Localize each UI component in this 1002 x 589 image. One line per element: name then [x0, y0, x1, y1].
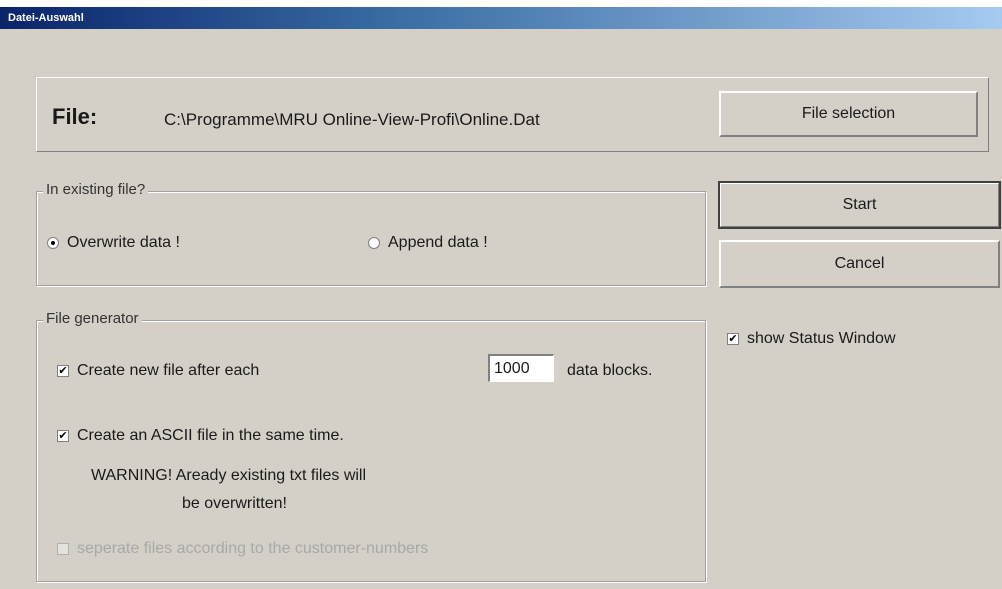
new-file-checkbox[interactable]: ✔ Create new file after each — [57, 362, 259, 380]
new-file-label: Create new file after each — [77, 362, 260, 379]
append-radio-dot[interactable] — [368, 237, 380, 249]
append-radio[interactable]: Append data ! — [368, 234, 488, 252]
file-panel: File: C:\Programme\MRU Online-View-Profi… — [36, 77, 989, 152]
new-file-check-icon[interactable]: ✔ — [57, 365, 69, 377]
overwrite-label: Overwrite data ! — [67, 234, 180, 251]
show-status-check-icon[interactable]: ✔ — [727, 333, 739, 345]
existing-file-group: In existing file? Overwrite data ! Appen… — [36, 181, 706, 286]
ascii-checkbox[interactable]: ✔ Create an ASCII file in the same time. — [57, 427, 344, 445]
cancel-button[interactable]: Cancel — [719, 240, 1000, 288]
data-blocks-input[interactable] — [488, 354, 554, 382]
file-generator-legend: File generator — [43, 310, 142, 327]
window-title: Datei-Auswahl — [0, 7, 1002, 29]
file-label: File: — [52, 104, 98, 129]
overwrite-radio[interactable]: Overwrite data ! — [47, 234, 180, 252]
warning-line-1: WARNING! Aready existing txt files will — [91, 467, 367, 484]
start-button[interactable]: Start — [718, 181, 1001, 229]
separate-files-check-icon — [57, 543, 69, 555]
separate-files-label: seperate files according to the customer… — [77, 540, 429, 557]
file-path: C:\Programme\MRU Online-View-Profi\Onlin… — [164, 110, 540, 129]
file-generator-group: File generator ✔ Create new file after e… — [36, 310, 706, 582]
show-status-label: show Status Window — [747, 330, 896, 347]
warning-line-2: be overwritten! — [182, 495, 287, 512]
ascii-label: Create an ASCII file in the same time. — [77, 427, 344, 444]
file-selection-button[interactable]: File selection — [719, 91, 978, 137]
ascii-check-icon[interactable]: ✔ — [57, 430, 69, 442]
overwrite-radio-dot[interactable] — [47, 237, 59, 249]
show-status-checkbox[interactable]: ✔ show Status Window — [727, 330, 896, 348]
blocks-unit-label: data blocks. — [567, 362, 653, 379]
top-strip — [0, 0, 1002, 7]
append-label: Append data ! — [388, 234, 488, 251]
existing-file-legend: In existing file? — [43, 181, 149, 198]
separate-files-checkbox: seperate files according to the customer… — [57, 540, 428, 558]
